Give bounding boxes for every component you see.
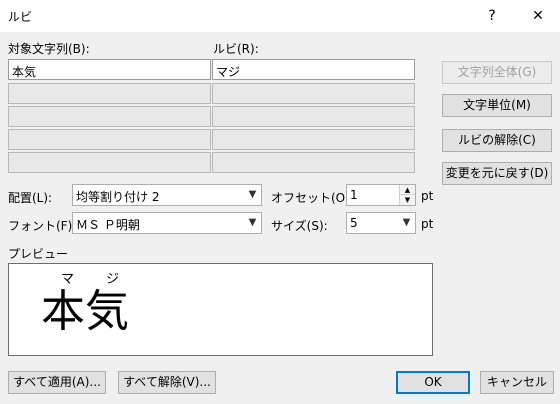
ruby-dialog: ルビ ? ✕ 対象文字列(B): ルビ(R): 本気 マジ 文字列全体(G) 文… (0, 0, 560, 404)
offset-value: 1 (350, 188, 358, 202)
offset-spinner[interactable]: 1 ▲ ▼ (346, 184, 416, 206)
alignment-value: 均等割り付け 2 (76, 190, 160, 204)
font-label: フォント(F): (8, 219, 77, 233)
target-cell[interactable] (8, 129, 211, 150)
remove-all-button[interactable]: すべて解除(V)... (118, 371, 216, 394)
target-cell[interactable] (8, 152, 211, 173)
size-select[interactable]: 5 ▼ (346, 212, 416, 234)
alignment-label: 配置(L): (8, 191, 53, 205)
size-unit: pt (421, 217, 434, 231)
preview-label: プレビュー (8, 247, 69, 261)
ok-button[interactable]: OK (396, 371, 470, 394)
target-cell[interactable] (8, 83, 211, 104)
spin-down-icon[interactable]: ▼ (399, 194, 415, 205)
apply-all-button[interactable]: すべて適用(A)... (8, 371, 106, 394)
dialog-title: ルビ (8, 10, 33, 24)
remove-ruby-button[interactable]: ルビの解除(C) (442, 129, 552, 152)
whole-string-button[interactable]: 文字列全体(G) (442, 61, 552, 84)
chevron-down-icon[interactable]: ▼ (243, 213, 261, 233)
chevron-down-icon[interactable]: ▼ (243, 185, 261, 205)
target-cell-text: 本気 (12, 65, 37, 79)
alignment-select[interactable]: 均等割り付け 2 ▼ (72, 184, 262, 206)
help-icon[interactable]: ? (481, 6, 503, 26)
preview-ruby-char: マ (61, 272, 75, 287)
offset-label: オフセット(O): (271, 191, 354, 205)
preview-box: マ ジ 本気 (8, 263, 433, 356)
chevron-down-icon[interactable]: ▼ (397, 213, 415, 233)
target-cell[interactable] (8, 106, 211, 127)
preview-ruby-char: ジ (106, 272, 120, 287)
ruby-cell[interactable] (212, 106, 415, 127)
ruby-cell[interactable] (212, 83, 415, 104)
ruby-header: ルビ(R): (213, 42, 259, 56)
per-character-button[interactable]: 文字単位(M) (442, 94, 552, 117)
target-cell[interactable]: 本気 (8, 59, 211, 80)
preview-base-text: 本気 (41, 286, 129, 337)
offset-unit: pt (421, 189, 434, 203)
font-value: ＭＳ Ｐ明朝 (76, 218, 140, 232)
target-string-header: 対象文字列(B): (8, 42, 90, 56)
ruby-cell[interactable] (212, 152, 415, 173)
size-value: 5 (350, 216, 358, 230)
size-label: サイズ(S): (271, 219, 328, 233)
ruby-cell[interactable] (212, 129, 415, 150)
font-select[interactable]: ＭＳ Ｐ明朝 ▼ (72, 212, 262, 234)
title-bar: ルビ ? ✕ (0, 0, 560, 32)
cancel-button[interactable]: キャンセル (480, 371, 554, 394)
ruby-cell-text: マジ (216, 65, 241, 79)
ruby-cell[interactable]: マジ (212, 59, 415, 80)
restore-button[interactable]: 変更を元に戻す(D) (442, 162, 552, 185)
close-icon[interactable]: ✕ (527, 6, 549, 26)
